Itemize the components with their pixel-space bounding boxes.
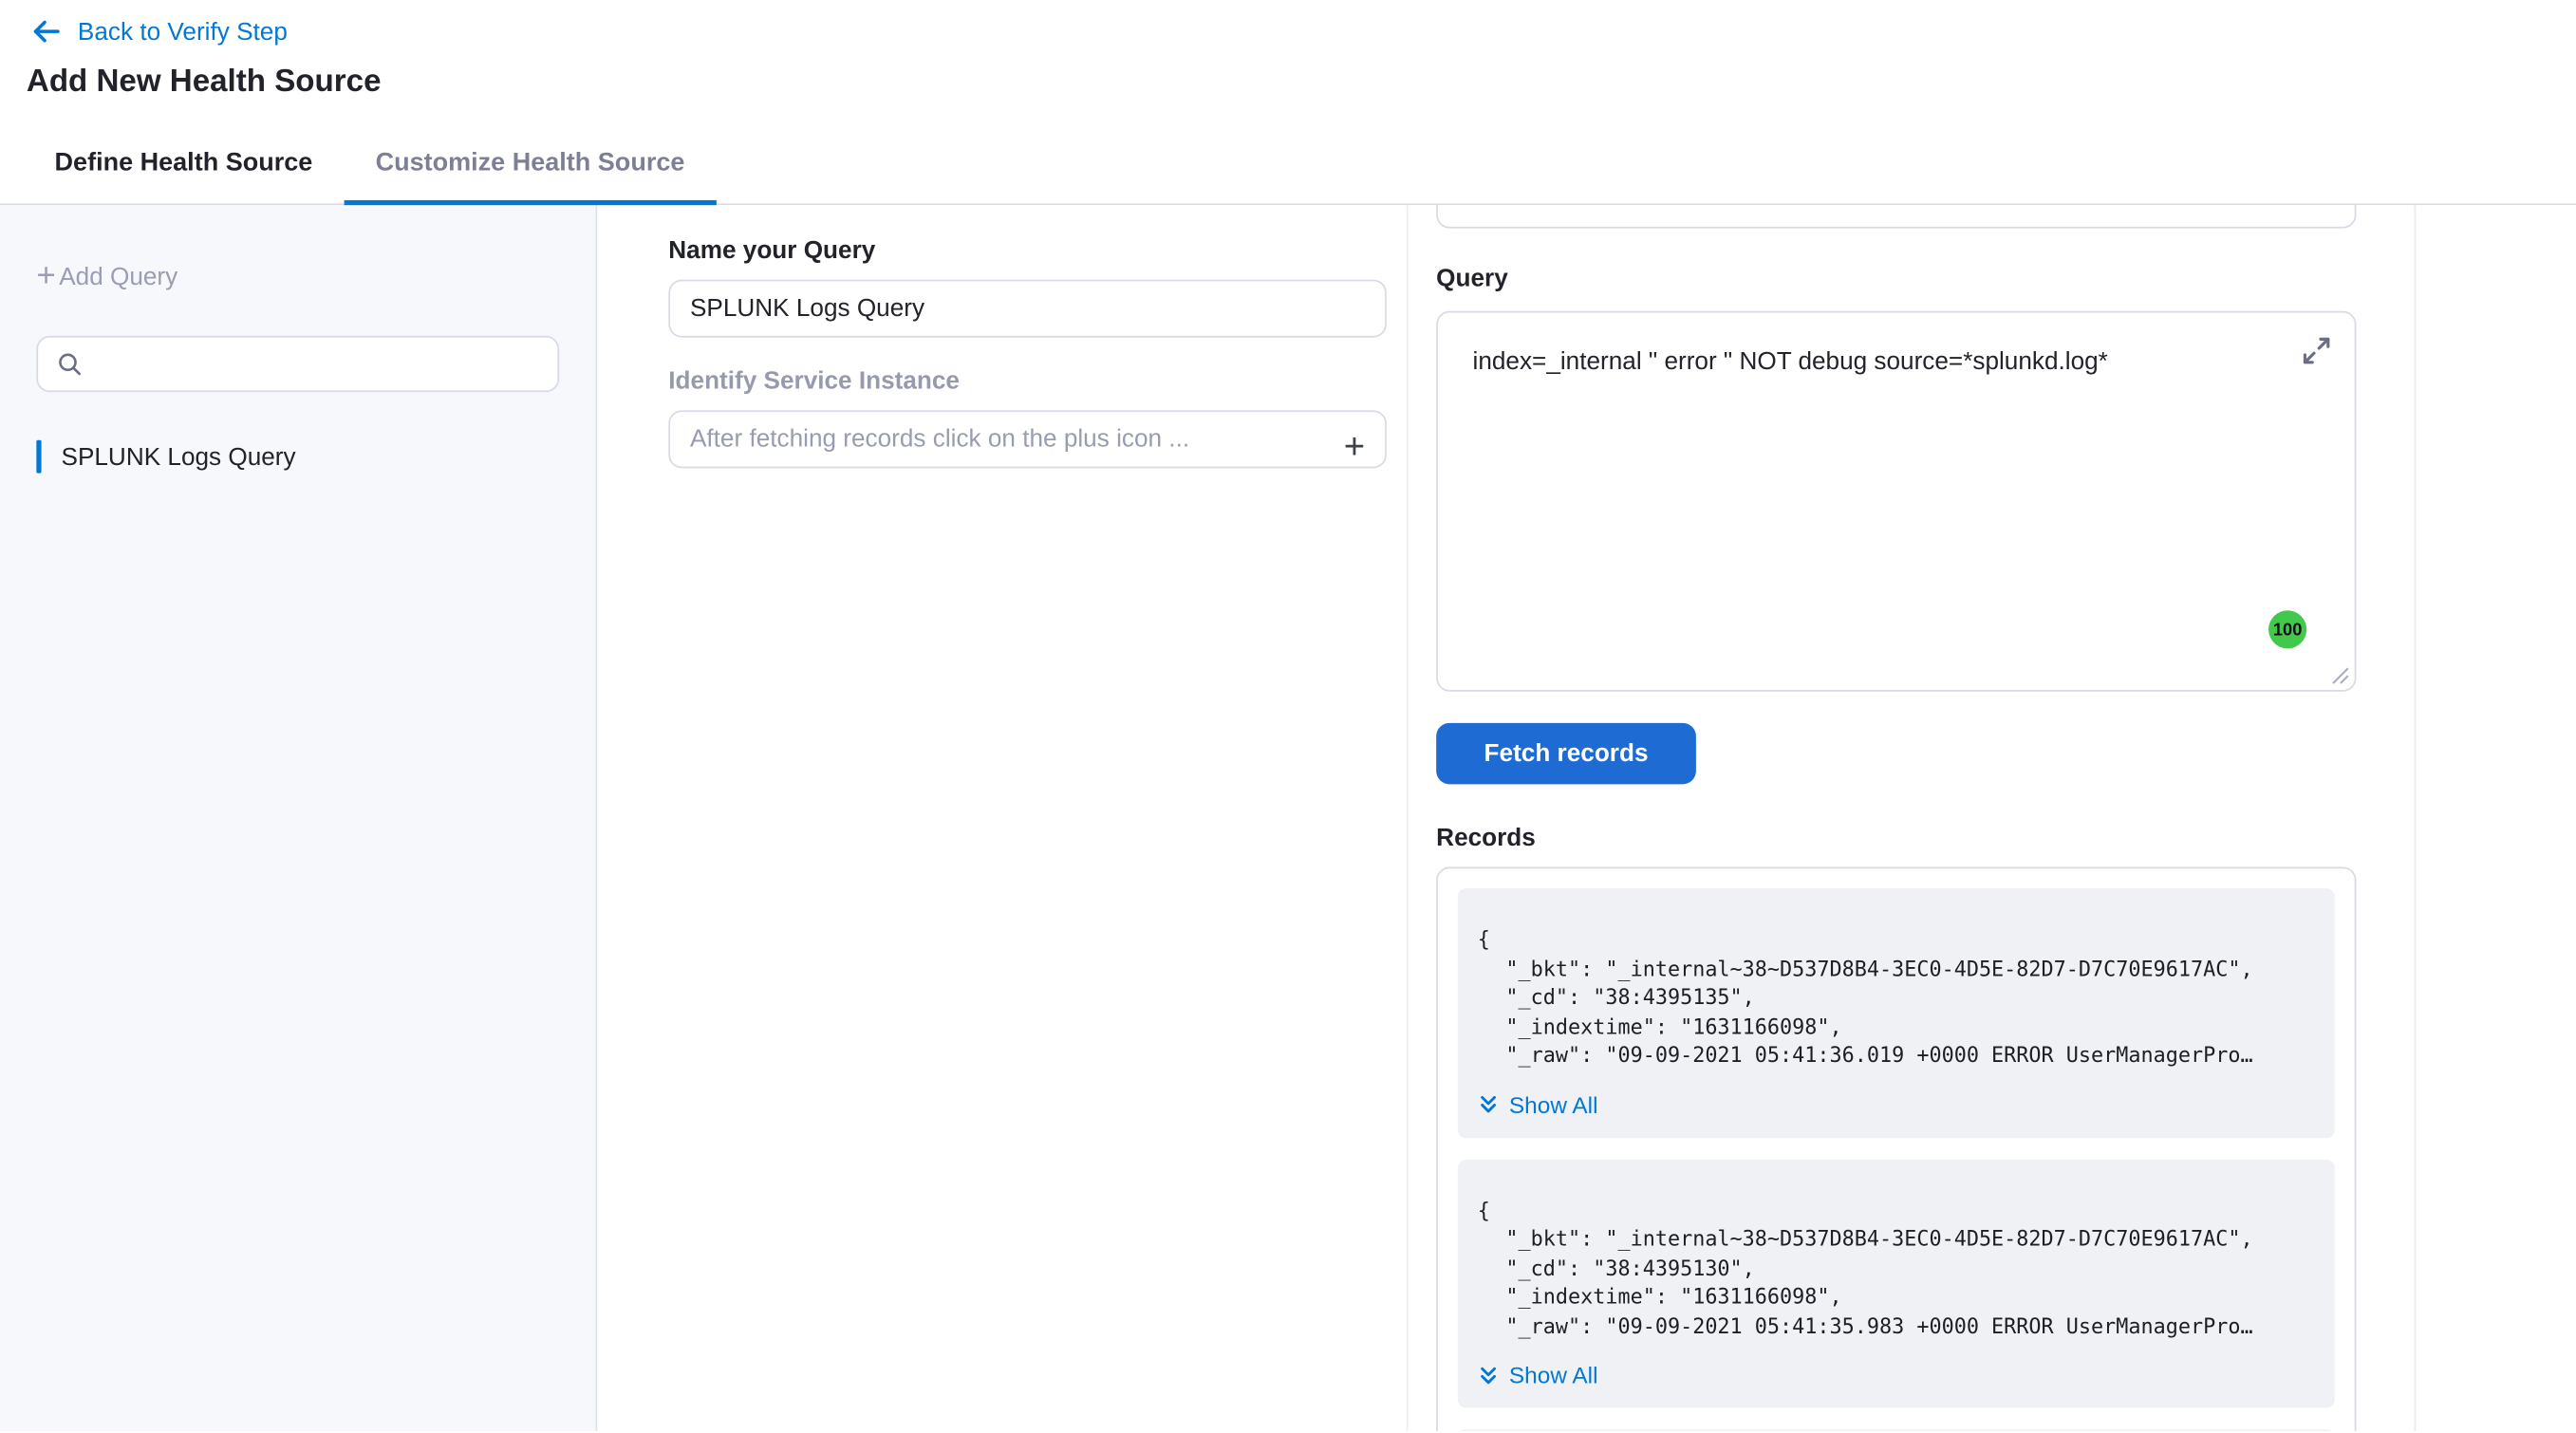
plus-icon: + xyxy=(36,261,55,290)
json-line: "_bkt": "_internal~38~D537D8B4-3EC0-4D5E… xyxy=(1478,1224,2312,1254)
json-line: "_bkt": "_internal~38~D537D8B4-3EC0-4D5E… xyxy=(1478,954,2312,983)
add-query-button[interactable]: + Add Query xyxy=(36,260,559,293)
query-form-column: Name your Query Identify Service Instanc… xyxy=(597,205,1408,1431)
expand-query-icon[interactable] xyxy=(2295,329,2338,372)
json-line: "_cd": "38:4395130", xyxy=(1478,1254,2312,1283)
service-instance-input[interactable] xyxy=(668,410,1387,468)
json-line: { xyxy=(1478,1196,2312,1225)
back-arrow-icon xyxy=(29,15,63,48)
show-all-link[interactable]: Show All xyxy=(1478,1088,2312,1121)
query-item-label: SPLUNK Logs Query xyxy=(62,442,296,471)
query-label: Query xyxy=(1436,265,2356,294)
back-to-verify-step-link[interactable]: Back to Verify Step xyxy=(78,17,288,46)
page-title: Add New Health Source xyxy=(0,49,2576,101)
json-line: "_indextime": "1631166098", xyxy=(1478,1282,2312,1312)
chevrons-down-icon xyxy=(1478,1093,1500,1115)
fetch-records-button[interactable]: Fetch records xyxy=(1436,723,1696,785)
name-query-label: Name your Query xyxy=(668,236,1385,266)
show-all-link[interactable]: Show All xyxy=(1478,1358,2312,1391)
json-line: "_indextime": "1631166098", xyxy=(1478,1012,2312,1041)
query-input[interactable]: index=_internal " error " NOT debug sour… xyxy=(1436,311,2356,692)
json-line: "_raw": "09-09-2021 05:41:36.019 +0000 E… xyxy=(1478,1041,2312,1070)
chevrons-down-icon xyxy=(1478,1364,1500,1386)
show-all-label: Show All xyxy=(1509,1091,1598,1118)
query-list-item[interactable]: SPLUNK Logs Query xyxy=(36,437,559,476)
main-content: + Add Query SPLUNK Logs Query Name your … xyxy=(0,205,2576,1431)
records-panel: { "_bkt": "_internal~38~D537D8B4-3EC0-4D… xyxy=(1436,866,2356,1430)
json-line: "_cd": "38:4395135", xyxy=(1478,983,2312,1013)
show-all-label: Show All xyxy=(1509,1362,1598,1388)
query-search-box xyxy=(36,336,559,392)
records-label: Records xyxy=(1436,824,2356,853)
search-icon xyxy=(56,351,83,378)
tab-define-health-source[interactable]: Define Health Source xyxy=(23,122,344,203)
add-query-label: Add Query xyxy=(59,262,177,290)
right-spacer xyxy=(2414,205,2576,1431)
selected-indicator xyxy=(36,440,41,474)
add-health-source-page: Back to Verify Step Add New Health Sourc… xyxy=(0,0,2576,1433)
json-line: { xyxy=(1478,925,2312,955)
query-search-input[interactable] xyxy=(83,338,557,391)
query-sidebar: + Add Query SPLUNK Logs Query xyxy=(0,205,597,1431)
query-panel: Query index=_internal " error " NOT debu… xyxy=(1409,205,2415,1431)
record-count-badge: 100 xyxy=(2268,610,2306,648)
resize-handle[interactable] xyxy=(2331,667,2349,685)
query-name-input[interactable] xyxy=(668,280,1387,338)
service-instance-label: Identify Service Instance xyxy=(668,367,1385,397)
record-card xyxy=(1458,1429,2335,1431)
record-card: { "_bkt": "_internal~38~D537D8B4-3EC0-4D… xyxy=(1458,1159,2335,1407)
add-service-instance-icon[interactable]: + xyxy=(1344,430,1365,463)
clipped-top-input[interactable] xyxy=(1436,205,2356,228)
service-instance-field: + xyxy=(668,410,1387,468)
tab-bar: Define Health Source Customize Health So… xyxy=(0,122,2576,205)
query-text: index=_internal " error " NOT debug sour… xyxy=(1473,347,2108,376)
json-line: "_raw": "09-09-2021 05:41:35.983 +0000 E… xyxy=(1478,1312,2312,1341)
record-card: { "_bkt": "_internal~38~D537D8B4-3EC0-4D… xyxy=(1458,888,2335,1137)
page-header: Back to Verify Step Add New Health Sourc… xyxy=(0,0,2576,122)
tab-customize-health-source[interactable]: Customize Health Source xyxy=(344,122,716,203)
